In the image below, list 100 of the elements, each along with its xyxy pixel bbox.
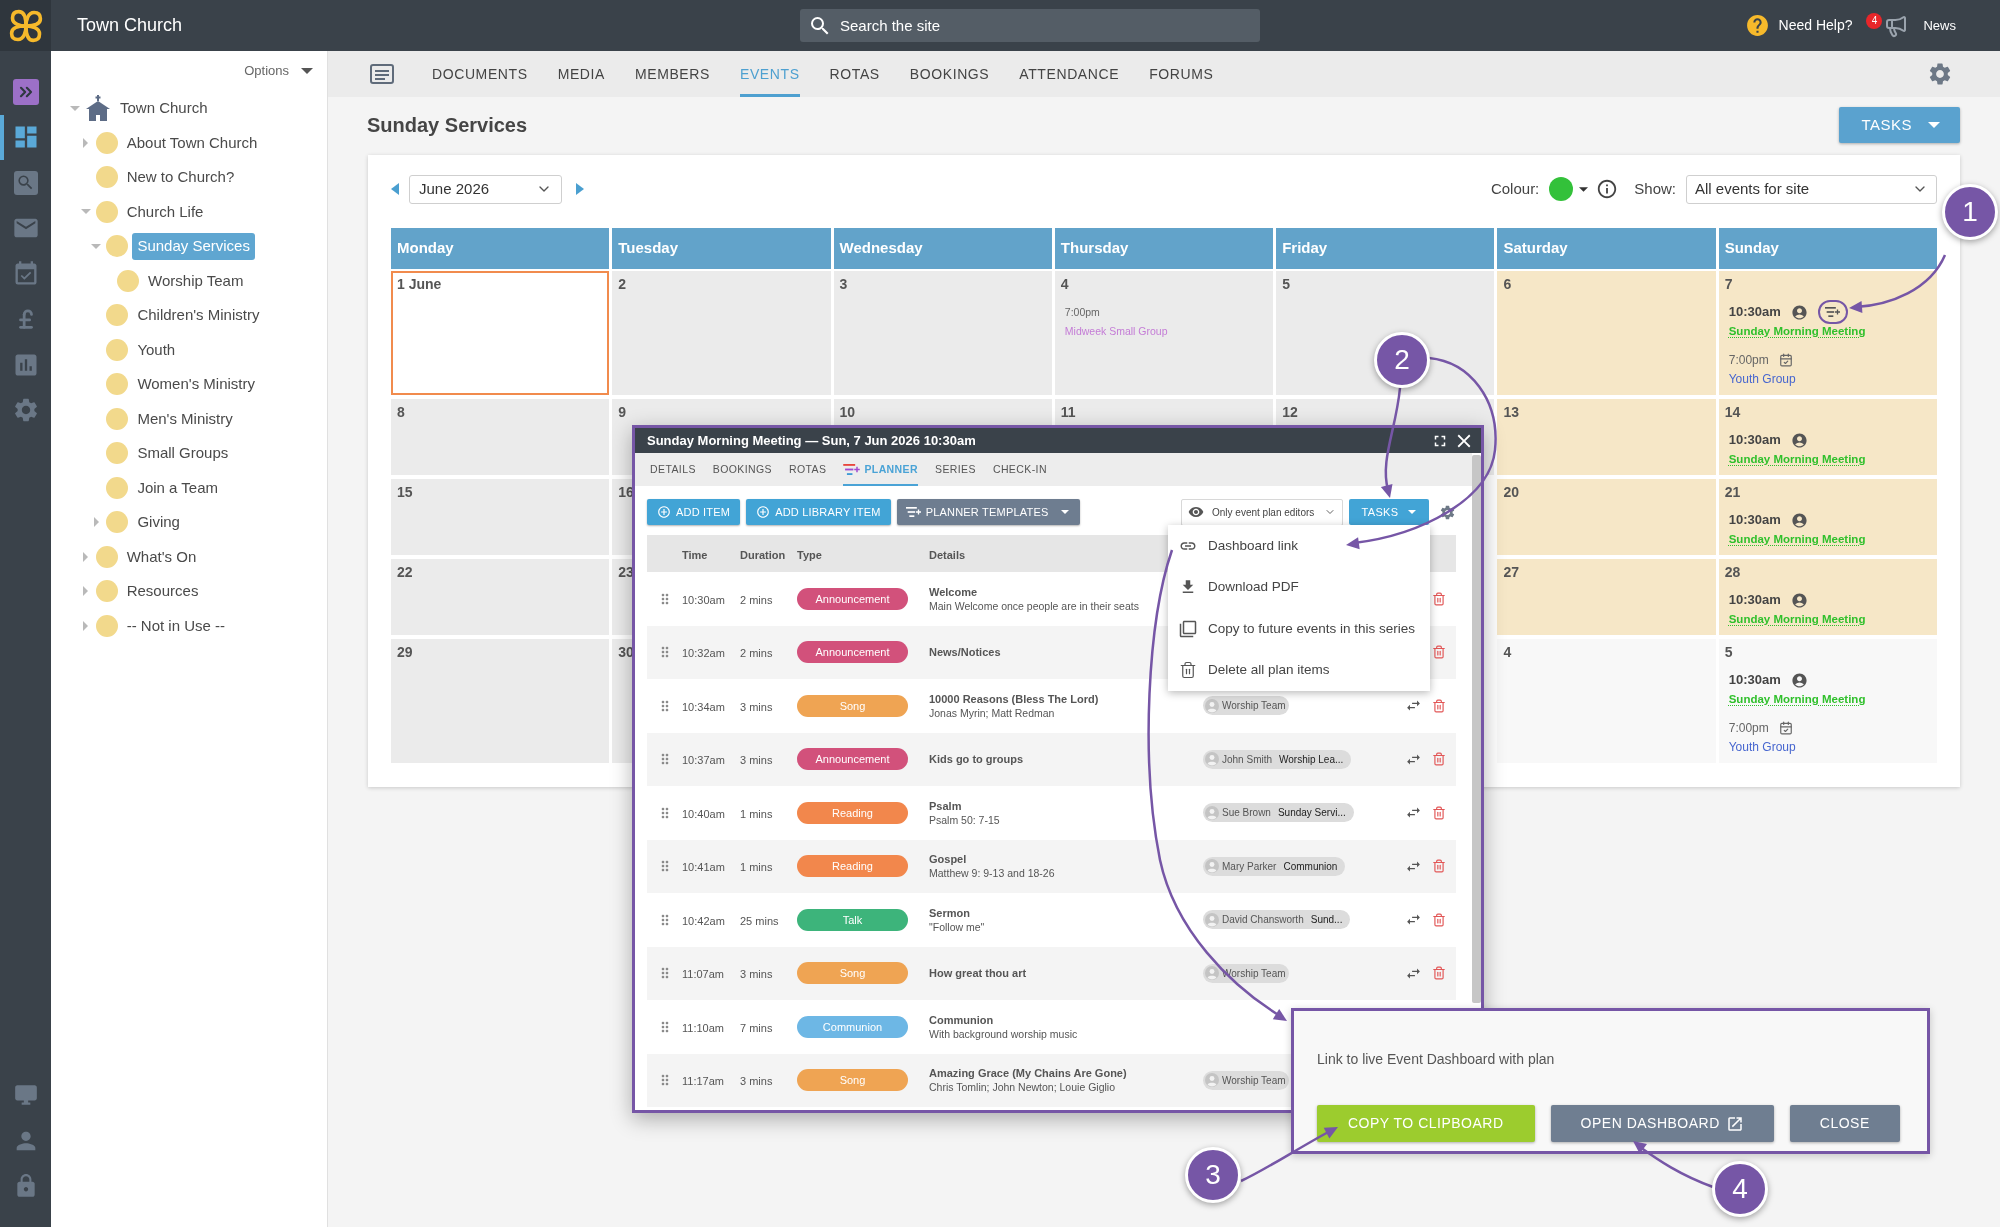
trash-icon[interactable] bbox=[1432, 912, 1446, 927]
trash-icon[interactable] bbox=[1432, 591, 1446, 606]
caret-right-icon[interactable] bbox=[83, 137, 89, 148]
assignee-chip[interactable]: David Chansworth Sund... bbox=[1203, 910, 1351, 930]
site-name[interactable]: Town Church bbox=[77, 15, 183, 35]
assignee-chip[interactable]: Mary Parker Communion bbox=[1203, 856, 1346, 876]
search-field[interactable]: Search the site bbox=[800, 9, 1260, 42]
options-menu[interactable]: Options bbox=[244, 61, 313, 81]
day-number: 29 bbox=[397, 644, 413, 660]
tree-item[interactable]: Church Life bbox=[121, 198, 209, 225]
show-select[interactable]: All events for site bbox=[1686, 174, 1937, 204]
dialog-tab[interactable]: BOOKINGS bbox=[712, 453, 772, 486]
person-icon bbox=[1790, 671, 1808, 689]
assignee-chip[interactable]: Sue Brown Sunday Servi... bbox=[1203, 803, 1354, 823]
type-tag: Song bbox=[797, 694, 908, 717]
caret-down-icon bbox=[1928, 122, 1940, 128]
next-icon[interactable] bbox=[576, 183, 584, 195]
day-number: 10 bbox=[839, 404, 856, 420]
duration-text: 3 mins bbox=[740, 968, 773, 981]
event-time: 7:00pm bbox=[1064, 305, 1100, 320]
assignee-chip[interactable]: John Smith Worship Lea... bbox=[1203, 749, 1352, 769]
type-tag: Reading bbox=[797, 855, 908, 878]
tree-item[interactable]: -- Not in Use -- bbox=[121, 612, 231, 639]
caret-right-icon[interactable] bbox=[83, 586, 89, 597]
dialog-tab[interactable]: SERIES bbox=[935, 453, 976, 486]
person-icon bbox=[1790, 591, 1808, 609]
help-link[interactable]: Need Help? bbox=[1778, 15, 1853, 36]
visibility-select[interactable]: Only event plan editors bbox=[1181, 498, 1343, 526]
previous-icon[interactable] bbox=[391, 183, 399, 195]
event-link[interactable]: Youth Group bbox=[1728, 740, 1796, 755]
tree-item[interactable]: Children's Ministry bbox=[132, 302, 265, 329]
nav-tab[interactable]: MEDIA bbox=[557, 51, 605, 97]
calendar-check-icon bbox=[1778, 353, 1793, 367]
nav-tab[interactable]: ATTENDANCE bbox=[1019, 51, 1120, 97]
item-description: With background worship music bbox=[929, 1027, 1078, 1041]
duration-text: 2 mins bbox=[740, 647, 773, 660]
close-button[interactable]: CLOSE bbox=[1789, 1105, 1900, 1142]
tree-item[interactable]: Youth bbox=[132, 336, 181, 363]
settings-icon[interactable] bbox=[1439, 503, 1456, 521]
trash-icon[interactable] bbox=[1432, 752, 1446, 767]
tree-item[interactable]: New to Church? bbox=[121, 164, 240, 191]
open-dashboard-button[interactable]: OPEN DASHBOARD bbox=[1550, 1105, 1774, 1142]
list-plus-icon[interactable] bbox=[1825, 307, 1841, 317]
tree-item[interactable]: Worship Team bbox=[143, 267, 249, 294]
event-link[interactable]: Youth Group bbox=[1728, 372, 1796, 387]
tree-item[interactable]: Join a Team bbox=[132, 474, 223, 501]
tree-item[interactable]: Men's Ministry bbox=[132, 405, 238, 432]
duration-text: 2 mins bbox=[740, 593, 773, 606]
month-select[interactable]: June 2026 bbox=[409, 174, 562, 204]
help-icon[interactable] bbox=[1744, 13, 1770, 38]
day-number: 22 bbox=[397, 564, 413, 580]
dialog-message: Link to live Event Dashboard with plan bbox=[1317, 1050, 1555, 1069]
dialog-tab[interactable]: ROTAS bbox=[789, 453, 827, 486]
dialog-tab[interactable]: CHECK-IN bbox=[992, 453, 1047, 486]
tree-item[interactable]: Town Church bbox=[115, 95, 213, 122]
day-number: 7 bbox=[1724, 276, 1733, 292]
settings-icon[interactable] bbox=[1927, 61, 1953, 87]
tree-item[interactable]: Resources bbox=[121, 578, 204, 605]
caret-right-icon[interactable] bbox=[83, 620, 89, 631]
assignee-role: Sund... bbox=[1310, 913, 1343, 928]
colour-swatch[interactable] bbox=[1549, 177, 1574, 201]
templates-button[interactable]: PLANNER TEMPLATES bbox=[896, 499, 1081, 525]
trash-icon[interactable] bbox=[1432, 805, 1446, 820]
menu-item[interactable]: Delete all plan items bbox=[1168, 649, 1430, 691]
tree-item[interactable]: Giving bbox=[132, 509, 185, 536]
list-icon[interactable] bbox=[370, 64, 394, 84]
nav-tab[interactable]: FORUMS bbox=[1149, 51, 1214, 97]
nav-tab[interactable]: MEMBERS bbox=[634, 51, 710, 97]
trash-icon[interactable] bbox=[1432, 966, 1446, 981]
menu-item[interactable]: Dashboard link bbox=[1168, 525, 1430, 567]
assignee-chip[interactable]: Worship Team bbox=[1203, 696, 1289, 716]
dialog-tab[interactable]: DETAILS bbox=[650, 453, 696, 486]
nav-tab[interactable]: ROTAS bbox=[829, 51, 880, 97]
news-link[interactable]: News bbox=[1923, 15, 1956, 36]
assignee-chip[interactable]: Worship Team bbox=[1203, 1070, 1289, 1090]
tree-item[interactable]: Women's Ministry bbox=[132, 371, 260, 398]
caret-right-icon[interactable] bbox=[93, 517, 99, 528]
info-icon[interactable] bbox=[1596, 178, 1619, 200]
menu-item[interactable]: Copy to future events in this series bbox=[1168, 608, 1430, 650]
item-title: How great thou art bbox=[929, 966, 1027, 981]
trash-icon[interactable] bbox=[1432, 698, 1446, 713]
eye-icon bbox=[1188, 504, 1204, 520]
tree-item[interactable]: About Town Church bbox=[121, 129, 263, 156]
nav-tab[interactable]: BOOKINGS bbox=[909, 51, 990, 97]
day-number: 5 bbox=[1282, 276, 1290, 292]
tree-item[interactable]: What's On bbox=[121, 543, 202, 570]
item-description: Chris Tomlin; John Newton; Louie Giglio bbox=[929, 1081, 1115, 1095]
scrollbar[interactable] bbox=[1472, 455, 1481, 1003]
time-text: 11:10am bbox=[682, 1021, 724, 1034]
item-title: Kids go to groups bbox=[929, 752, 1024, 767]
trash-icon[interactable] bbox=[1432, 645, 1446, 660]
trash-icon[interactable] bbox=[1432, 859, 1446, 874]
logo-icon[interactable] bbox=[0, 0, 51, 51]
day-number: 21 bbox=[1724, 484, 1741, 500]
nav-tab[interactable]: DOCUMENTS bbox=[432, 51, 528, 97]
tree-item[interactable]: Small Groups bbox=[132, 440, 234, 467]
caret-down-icon[interactable] bbox=[1579, 186, 1589, 192]
event-time: 7:00pm bbox=[1728, 720, 1769, 736]
menu-item[interactable]: Download PDF bbox=[1168, 566, 1430, 608]
caret-right-icon[interactable] bbox=[83, 551, 89, 562]
